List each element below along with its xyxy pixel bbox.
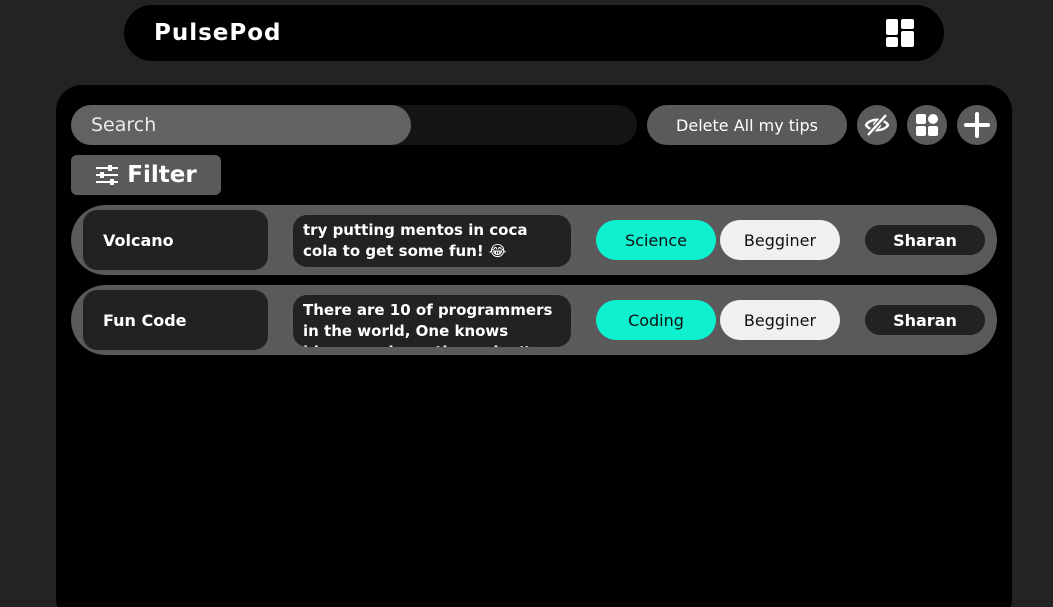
grid-view-button[interactable] bbox=[907, 105, 947, 145]
search-bar bbox=[71, 105, 637, 145]
hide-toggle-button[interactable] bbox=[857, 105, 897, 145]
level-badge: Begginer bbox=[720, 300, 840, 340]
category-badge: Coding bbox=[596, 300, 716, 340]
top-bar: PulsePod bbox=[124, 5, 944, 61]
add-tip-button[interactable] bbox=[957, 105, 997, 145]
filter-button[interactable]: Filter bbox=[71, 155, 221, 195]
eye-off-icon bbox=[864, 113, 890, 137]
author-badge: Sharan bbox=[865, 305, 985, 335]
app-title: PulsePod bbox=[154, 20, 282, 46]
tip-description: There are 10 of programmers in the world… bbox=[293, 295, 571, 347]
grid-icon bbox=[916, 114, 938, 136]
category-badge: Science bbox=[596, 220, 716, 260]
tip-row[interactable]: Fun Code There are 10 of programmers in … bbox=[71, 285, 997, 355]
dashboard-icon[interactable] bbox=[886, 19, 914, 47]
tip-title: Volcano bbox=[83, 210, 268, 270]
author-badge: Sharan bbox=[865, 225, 985, 255]
filter-label: Filter bbox=[127, 162, 197, 188]
tip-description: try putting mentos in coca cola to get s… bbox=[293, 215, 571, 267]
sliders-icon bbox=[96, 165, 119, 185]
tips-panel: Delete All my tips bbox=[56, 85, 1012, 607]
search-input[interactable] bbox=[71, 105, 411, 145]
tip-row[interactable]: Volcano try putting mentos in coca cola … bbox=[71, 205, 997, 275]
tip-title: Fun Code bbox=[83, 290, 268, 350]
plus-icon bbox=[964, 112, 990, 138]
level-badge: Begginer bbox=[720, 220, 840, 260]
delete-all-tips-button[interactable]: Delete All my tips bbox=[647, 105, 847, 145]
